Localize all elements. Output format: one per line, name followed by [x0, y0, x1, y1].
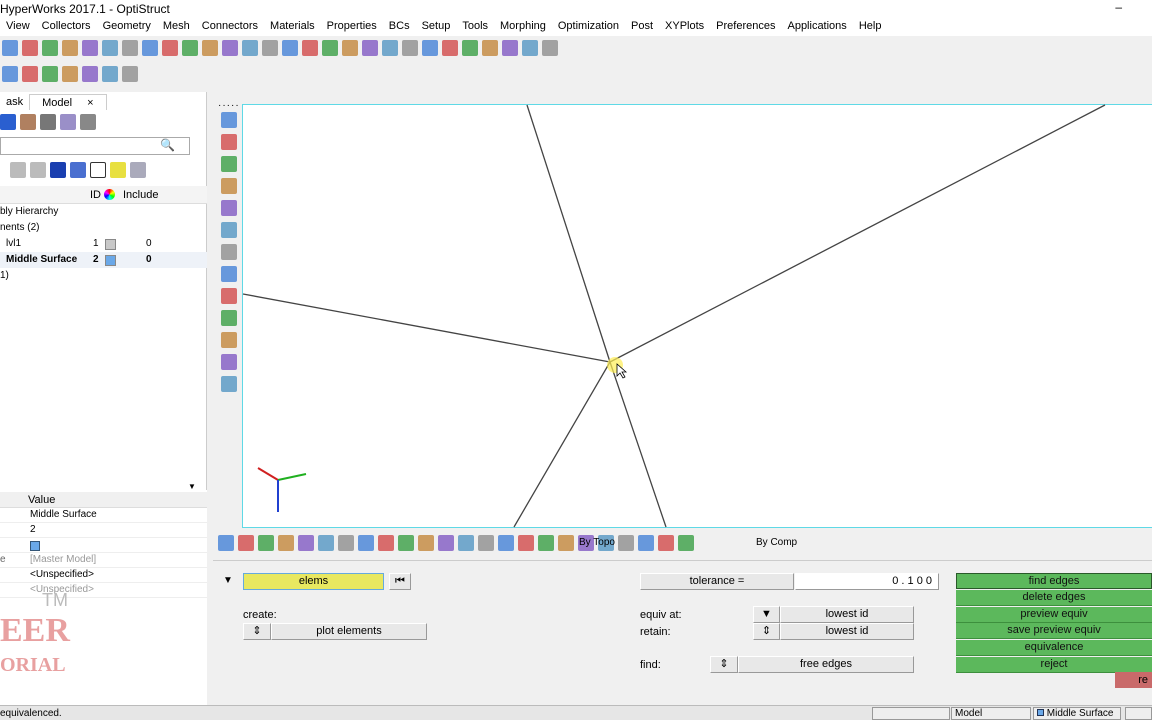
grid-icon[interactable]	[218, 535, 234, 551]
monitor-icon[interactable]	[678, 535, 694, 551]
comp-color-icon[interactable]	[538, 535, 554, 551]
status-bar: equivalenced. Model Middle Surface	[0, 705, 1152, 720]
reject-button[interactable]: reject	[956, 657, 1152, 673]
mask-icon[interactable]	[378, 535, 394, 551]
equiv-at-label: equiv at:	[640, 609, 682, 621]
components-icon[interactable]	[258, 535, 274, 551]
components-icon[interactable]	[278, 535, 294, 551]
shape-icon[interactable]	[478, 535, 494, 551]
equiv-at-option[interactable]: lowest id	[780, 606, 914, 623]
equiv-at-dropdown-icon[interactable]: ▼	[753, 606, 780, 623]
status-component-label: Middle Surface	[1046, 708, 1114, 719]
tree-icon[interactable]	[418, 535, 434, 551]
bottom-toolbar	[218, 532, 1152, 554]
element-edge	[513, 361, 611, 528]
return-button[interactable]: re	[1115, 672, 1152, 688]
create-label: create:	[243, 609, 277, 621]
status-component[interactable]: Middle Surface	[1033, 707, 1121, 720]
retain-option[interactable]: lowest id	[780, 623, 914, 640]
components-icon[interactable]	[318, 535, 334, 551]
delete-edges-button[interactable]: delete edges	[956, 589, 1152, 606]
tolerance-input[interactable]: 0 . 1 0 0	[795, 573, 939, 590]
create-toggle-icon[interactable]: ⇕	[243, 623, 271, 640]
find-option[interactable]: free edges	[738, 656, 914, 673]
panel-collapse-icon[interactable]: ▼	[223, 575, 233, 586]
element-edge	[609, 104, 1106, 363]
surface-icon[interactable]	[638, 535, 654, 551]
element-edge	[242, 293, 611, 363]
tolerance-label[interactable]: tolerance =	[640, 573, 794, 590]
save-preview-equiv-button[interactable]: save preview equiv	[956, 623, 1152, 640]
grid-icon[interactable]	[658, 535, 674, 551]
components-icon[interactable]	[298, 535, 314, 551]
delete-icon[interactable]	[358, 535, 374, 551]
retain-label: retain:	[640, 626, 671, 638]
preview-equiv-button[interactable]: preview equiv	[956, 606, 1152, 623]
reveal-icon[interactable]	[398, 535, 414, 551]
shape-icon[interactable]	[498, 535, 514, 551]
status-message: equivalenced.	[0, 708, 62, 719]
axis-triad-icon	[257, 467, 307, 512]
find-edges-button[interactable]: find edges	[956, 573, 1152, 589]
wireframe-icon[interactable]	[558, 535, 574, 551]
find-toggle-icon[interactable]: ⇕	[710, 656, 738, 673]
by-topo-dropdown[interactable]: By Topo	[579, 537, 615, 548]
reset-selection-icon[interactable]: ⏮	[389, 573, 411, 590]
retain-toggle-icon[interactable]: ⇕	[753, 623, 780, 640]
status-model: Model	[951, 707, 1031, 720]
equivalence-button[interactable]: equivalence	[956, 640, 1152, 657]
elems-selector[interactable]: elems	[243, 573, 384, 590]
find-label: find:	[640, 659, 661, 671]
star-icon[interactable]	[438, 535, 454, 551]
components-icon[interactable]	[338, 535, 354, 551]
by-comp-dropdown[interactable]: By Comp	[756, 537, 797, 548]
surface-icon[interactable]	[618, 535, 634, 551]
element-edge	[609, 361, 667, 528]
topo-icon[interactable]	[458, 535, 474, 551]
components-icon[interactable]	[238, 535, 254, 551]
create-option-button[interactable]: plot elements	[271, 623, 427, 640]
element-edge	[526, 104, 611, 363]
cube-icon[interactable]	[518, 535, 534, 551]
